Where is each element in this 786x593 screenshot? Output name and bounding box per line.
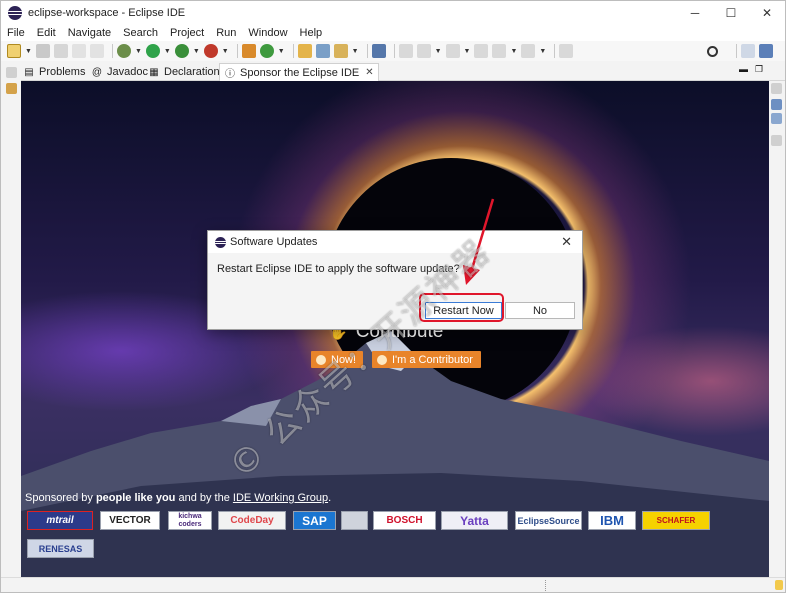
eclipse-window: eclipse-workspace - Eclipse IDE ─ ☐ ✕ Fi… xyxy=(0,0,786,593)
